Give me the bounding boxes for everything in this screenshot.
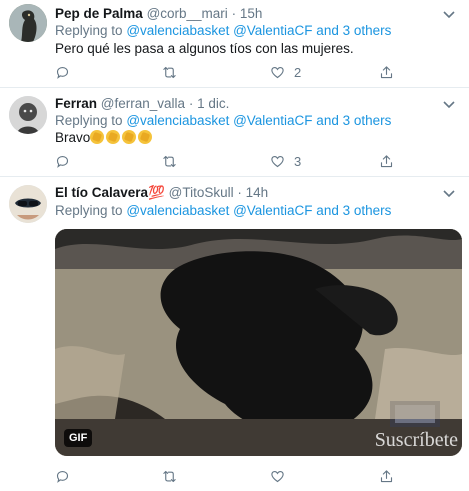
replying-to: Replying to @valenciabasket @ValentiaCF … bbox=[55, 113, 391, 129]
replying-prefix: Replying to bbox=[55, 203, 123, 218]
mention-links[interactable]: @valenciabasket @ValentiaCF and 3 others bbox=[126, 23, 391, 38]
timestamp[interactable]: 14h bbox=[246, 185, 269, 200]
chevron-down-icon[interactable] bbox=[442, 100, 456, 110]
avatar[interactable] bbox=[9, 4, 47, 42]
retweet-icon bbox=[163, 155, 176, 167]
chevron-down-icon[interactable] bbox=[442, 10, 456, 20]
clapping-hands-emoji bbox=[138, 130, 153, 144]
retweet-button[interactable] bbox=[162, 152, 186, 170]
like-count: 3 bbox=[294, 153, 302, 169]
mention-links[interactable]: @valenciabasket @ValentiaCF and 3 others bbox=[126, 113, 391, 128]
share-icon bbox=[380, 469, 393, 482]
separator: · bbox=[231, 6, 237, 21]
timestamp[interactable]: 15h bbox=[240, 6, 263, 21]
handle[interactable]: @corb__mari bbox=[147, 6, 228, 21]
clapping-hands-emoji bbox=[122, 130, 137, 144]
tweet-text: Bravo bbox=[55, 130, 154, 146]
share-icon bbox=[380, 154, 393, 167]
tweet-text-word: Bravo bbox=[55, 130, 91, 145]
separator: · bbox=[237, 185, 242, 200]
heart-icon bbox=[271, 470, 284, 482]
retweet-icon bbox=[163, 66, 176, 78]
gif-frame-image bbox=[55, 229, 462, 456]
display-name[interactable]: Ferran bbox=[55, 96, 97, 111]
tweet[interactable]: El tío Calavera💯 @TitoSkull · 14h Replyi… bbox=[0, 177, 469, 491]
share-icon bbox=[380, 65, 393, 78]
gif-overlay-text: Suscríbete bbox=[374, 429, 458, 451]
separator: · bbox=[188, 96, 194, 111]
tweet[interactable]: Ferran @ferran_valla · 1 dic. Replying t… bbox=[0, 88, 469, 177]
handle[interactable]: @TitoSkull bbox=[169, 185, 234, 200]
chevron-down-icon[interactable] bbox=[442, 189, 456, 199]
like-button[interactable]: 3 bbox=[270, 152, 301, 170]
avatar[interactable] bbox=[9, 96, 47, 134]
tweet-header: El tío Calavera💯 @TitoSkull · 14h bbox=[55, 185, 268, 201]
share-button[interactable] bbox=[379, 467, 394, 485]
replying-prefix: Replying to bbox=[55, 113, 123, 128]
clapping-hands-emoji bbox=[90, 130, 105, 144]
gif-media[interactable]: Suscríbete GIF bbox=[55, 229, 462, 456]
retweet-button[interactable] bbox=[162, 467, 186, 485]
replying-prefix: Replying to bbox=[55, 23, 123, 38]
like-button[interactable]: 2 bbox=[270, 63, 301, 81]
display-name[interactable]: El tío Calavera💯 bbox=[55, 185, 165, 200]
tweet-actions: 3 bbox=[55, 152, 400, 170]
timestamp[interactable]: 1 dic. bbox=[197, 96, 229, 111]
handle[interactable]: @ferran_valla bbox=[101, 96, 185, 111]
tweet[interactable]: Pep de Palma @corb__mari · 15h Replying … bbox=[0, 0, 469, 88]
reply-button[interactable] bbox=[55, 63, 79, 81]
like-button[interactable] bbox=[270, 467, 294, 485]
reply-button[interactable] bbox=[55, 152, 79, 170]
share-button[interactable] bbox=[379, 152, 394, 170]
heart-icon bbox=[271, 66, 284, 78]
like-count: 2 bbox=[294, 64, 302, 80]
display-name[interactable]: Pep de Palma bbox=[55, 6, 143, 21]
clapping-hands-emoji bbox=[106, 130, 121, 144]
reply-icon bbox=[56, 155, 69, 168]
mention-links[interactable]: @valenciabasket @ValentiaCF and 3 others bbox=[126, 203, 391, 218]
reply-button[interactable] bbox=[55, 467, 79, 485]
replying-to: Replying to @valenciabasket @ValentiaCF … bbox=[55, 203, 391, 219]
reply-icon bbox=[56, 66, 69, 79]
replying-to: Replying to @valenciabasket @ValentiaCF … bbox=[55, 23, 391, 39]
retweet-icon bbox=[163, 470, 176, 482]
tweet-actions: 2 bbox=[55, 63, 400, 81]
share-button[interactable] bbox=[379, 63, 394, 81]
avatar[interactable] bbox=[9, 185, 47, 223]
gif-badge: GIF bbox=[64, 429, 93, 447]
heart-icon bbox=[271, 155, 284, 167]
tweet-text: Pero qué les pasa a algunos tíos con las… bbox=[55, 41, 354, 56]
tweet-header: Ferran @ferran_valla · 1 dic. bbox=[55, 96, 229, 112]
retweet-button[interactable] bbox=[162, 63, 186, 81]
reply-icon bbox=[56, 470, 69, 483]
tweet-header: Pep de Palma @corb__mari · 15h bbox=[55, 6, 262, 22]
tweet-actions bbox=[55, 467, 400, 485]
